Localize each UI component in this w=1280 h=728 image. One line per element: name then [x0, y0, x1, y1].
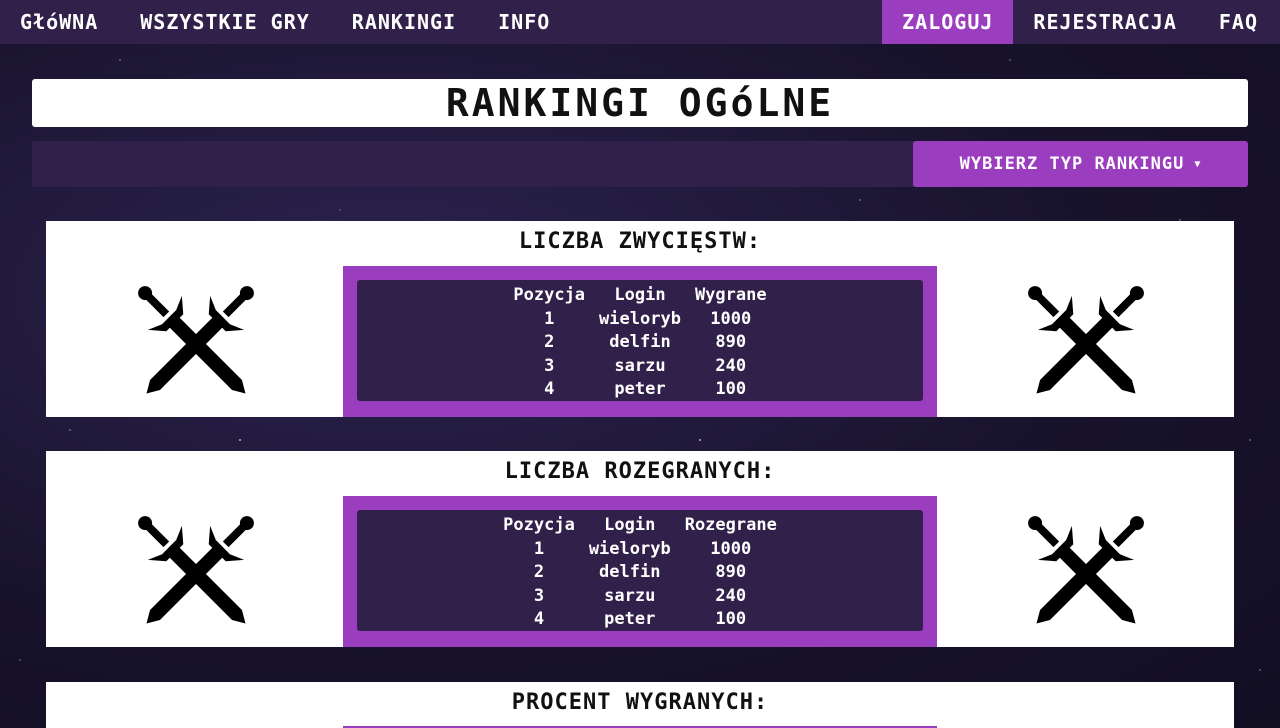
cell-login: peter: [604, 609, 656, 630]
column-header: Pozycja: [513, 284, 586, 305]
nav-all-games-link[interactable]: WSZYSTKIE GRY: [120, 0, 310, 44]
ranking-type-dropdown-button[interactable]: WYBIERZ TYP RANKINGU ▼: [913, 141, 1248, 187]
nav-login-button[interactable]: ZALOGUJ: [882, 0, 1014, 44]
table-header-row: Pozycja Login Rozegrane: [496, 512, 784, 537]
ranking-table: Pozycja Login Wygrane 1 wieloryb 1000 2 …: [506, 282, 773, 401]
cell-position: 4: [544, 379, 555, 400]
column-header: Rozegrane: [684, 514, 777, 535]
cell-login: wieloryb: [588, 538, 671, 559]
cell-login: wieloryb: [599, 308, 681, 329]
table-row: 1 wieloryb 1000: [506, 307, 773, 331]
ranking-table-panel: Pozycja Login Rozegrane 1 wieloryb 1000 …: [357, 510, 923, 631]
cell-login: sarzu: [604, 585, 656, 606]
nav-rankings-link[interactable]: RANKINGI: [332, 0, 456, 44]
top-navbar: GłóWNA WSZYSTKIE GRY RANKINGI INFO ZALOG…: [0, 0, 1280, 44]
table-row: 3 sarzu 240: [496, 584, 784, 608]
column-header: Pozycja: [503, 514, 575, 535]
cell-value: 100: [715, 609, 747, 630]
ranking-table-frame: Pozycja Login Rozegrane 1 wieloryb 1000 …: [343, 496, 937, 647]
cell-value: 1000: [710, 308, 752, 329]
crossed-swords-icon: [116, 271, 276, 417]
ranking-table-frame: Pozycja Login Wygrane 1 wieloryb 1000 2 …: [343, 266, 937, 417]
ranking-table-panel: Pozycja Login Wygrane 1 wieloryb 1000 2 …: [357, 280, 923, 401]
cell-login: peter: [614, 379, 666, 400]
cell-value: 890: [715, 332, 747, 353]
cell-value: 240: [715, 355, 747, 376]
ranking-card-wins: LICZBA ZWYCIĘSTW: Pozycja Login Wygrane …: [46, 221, 1234, 417]
crossed-swords-icon: [1006, 501, 1166, 647]
page-title: RANKINGI OGóLNE: [445, 81, 835, 125]
cell-position: 1: [533, 538, 545, 559]
nav-info-link[interactable]: INFO: [478, 0, 550, 44]
nav-faq-link[interactable]: FAQ: [1177, 0, 1280, 44]
ranking-card-title: PROCENT WYGRANYCH:: [511, 690, 769, 715]
column-header: Login: [614, 284, 666, 305]
ranking-card-win-percent: PROCENT WYGRANYCH:: [46, 682, 1234, 728]
nav-right-group: ZALOGUJ REJESTRACJA FAQ: [882, 0, 1280, 44]
cell-login: delfin: [599, 562, 661, 583]
table-header-row: Pozycja Login Wygrane: [506, 282, 773, 307]
ranking-type-label: WYBIERZ TYP RANKINGU: [959, 154, 1185, 174]
crossed-swords-icon: [116, 501, 276, 647]
cell-position: 4: [533, 609, 545, 630]
cell-value: 890: [715, 562, 747, 583]
table-row: 3 sarzu 240: [506, 354, 773, 378]
ranking-card-played: LICZBA ROZEGRANYCH: Pozycja Login Rozegr…: [46, 451, 1234, 647]
crossed-swords-icon: [1006, 271, 1166, 417]
table-row: 4 peter 100: [506, 378, 773, 402]
caret-down-icon: ▼: [1194, 158, 1202, 170]
cell-position: 3: [544, 355, 555, 376]
cell-position: 3: [533, 585, 545, 606]
cell-value: 1000: [710, 538, 752, 559]
nav-register-link[interactable]: REJESTRACJA: [1013, 0, 1176, 44]
table-row: 2 delfin 890: [506, 331, 773, 355]
cell-login: delfin: [609, 332, 671, 353]
cell-value: 100: [715, 379, 747, 400]
ranking-card-title: LICZBA ROZEGRANYCH:: [504, 459, 776, 484]
cell-position: 2: [533, 562, 545, 583]
nav-left-group: GłóWNA WSZYSTKIE GRY RANKINGI INFO: [0, 0, 572, 44]
column-header: Wygrane: [694, 284, 767, 305]
table-row: 4 peter 100: [496, 608, 784, 632]
table-row: 1 wieloryb 1000: [496, 537, 784, 561]
nav-home-link[interactable]: GłóWNA: [0, 0, 98, 44]
ranking-toolbar: WYBIERZ TYP RANKINGU ▼: [32, 141, 1248, 187]
cell-position: 2: [544, 332, 555, 353]
cell-login: sarzu: [614, 355, 666, 376]
column-header: Login: [604, 514, 656, 535]
page-title-box: RANKINGI OGóLNE: [32, 79, 1248, 127]
cell-value: 240: [715, 585, 747, 606]
table-row: 2 delfin 890: [496, 561, 784, 585]
cell-position: 1: [544, 308, 555, 329]
ranking-card-title: LICZBA ZWYCIĘSTW:: [518, 229, 762, 254]
ranking-table: Pozycja Login Rozegrane 1 wieloryb 1000 …: [496, 512, 784, 631]
